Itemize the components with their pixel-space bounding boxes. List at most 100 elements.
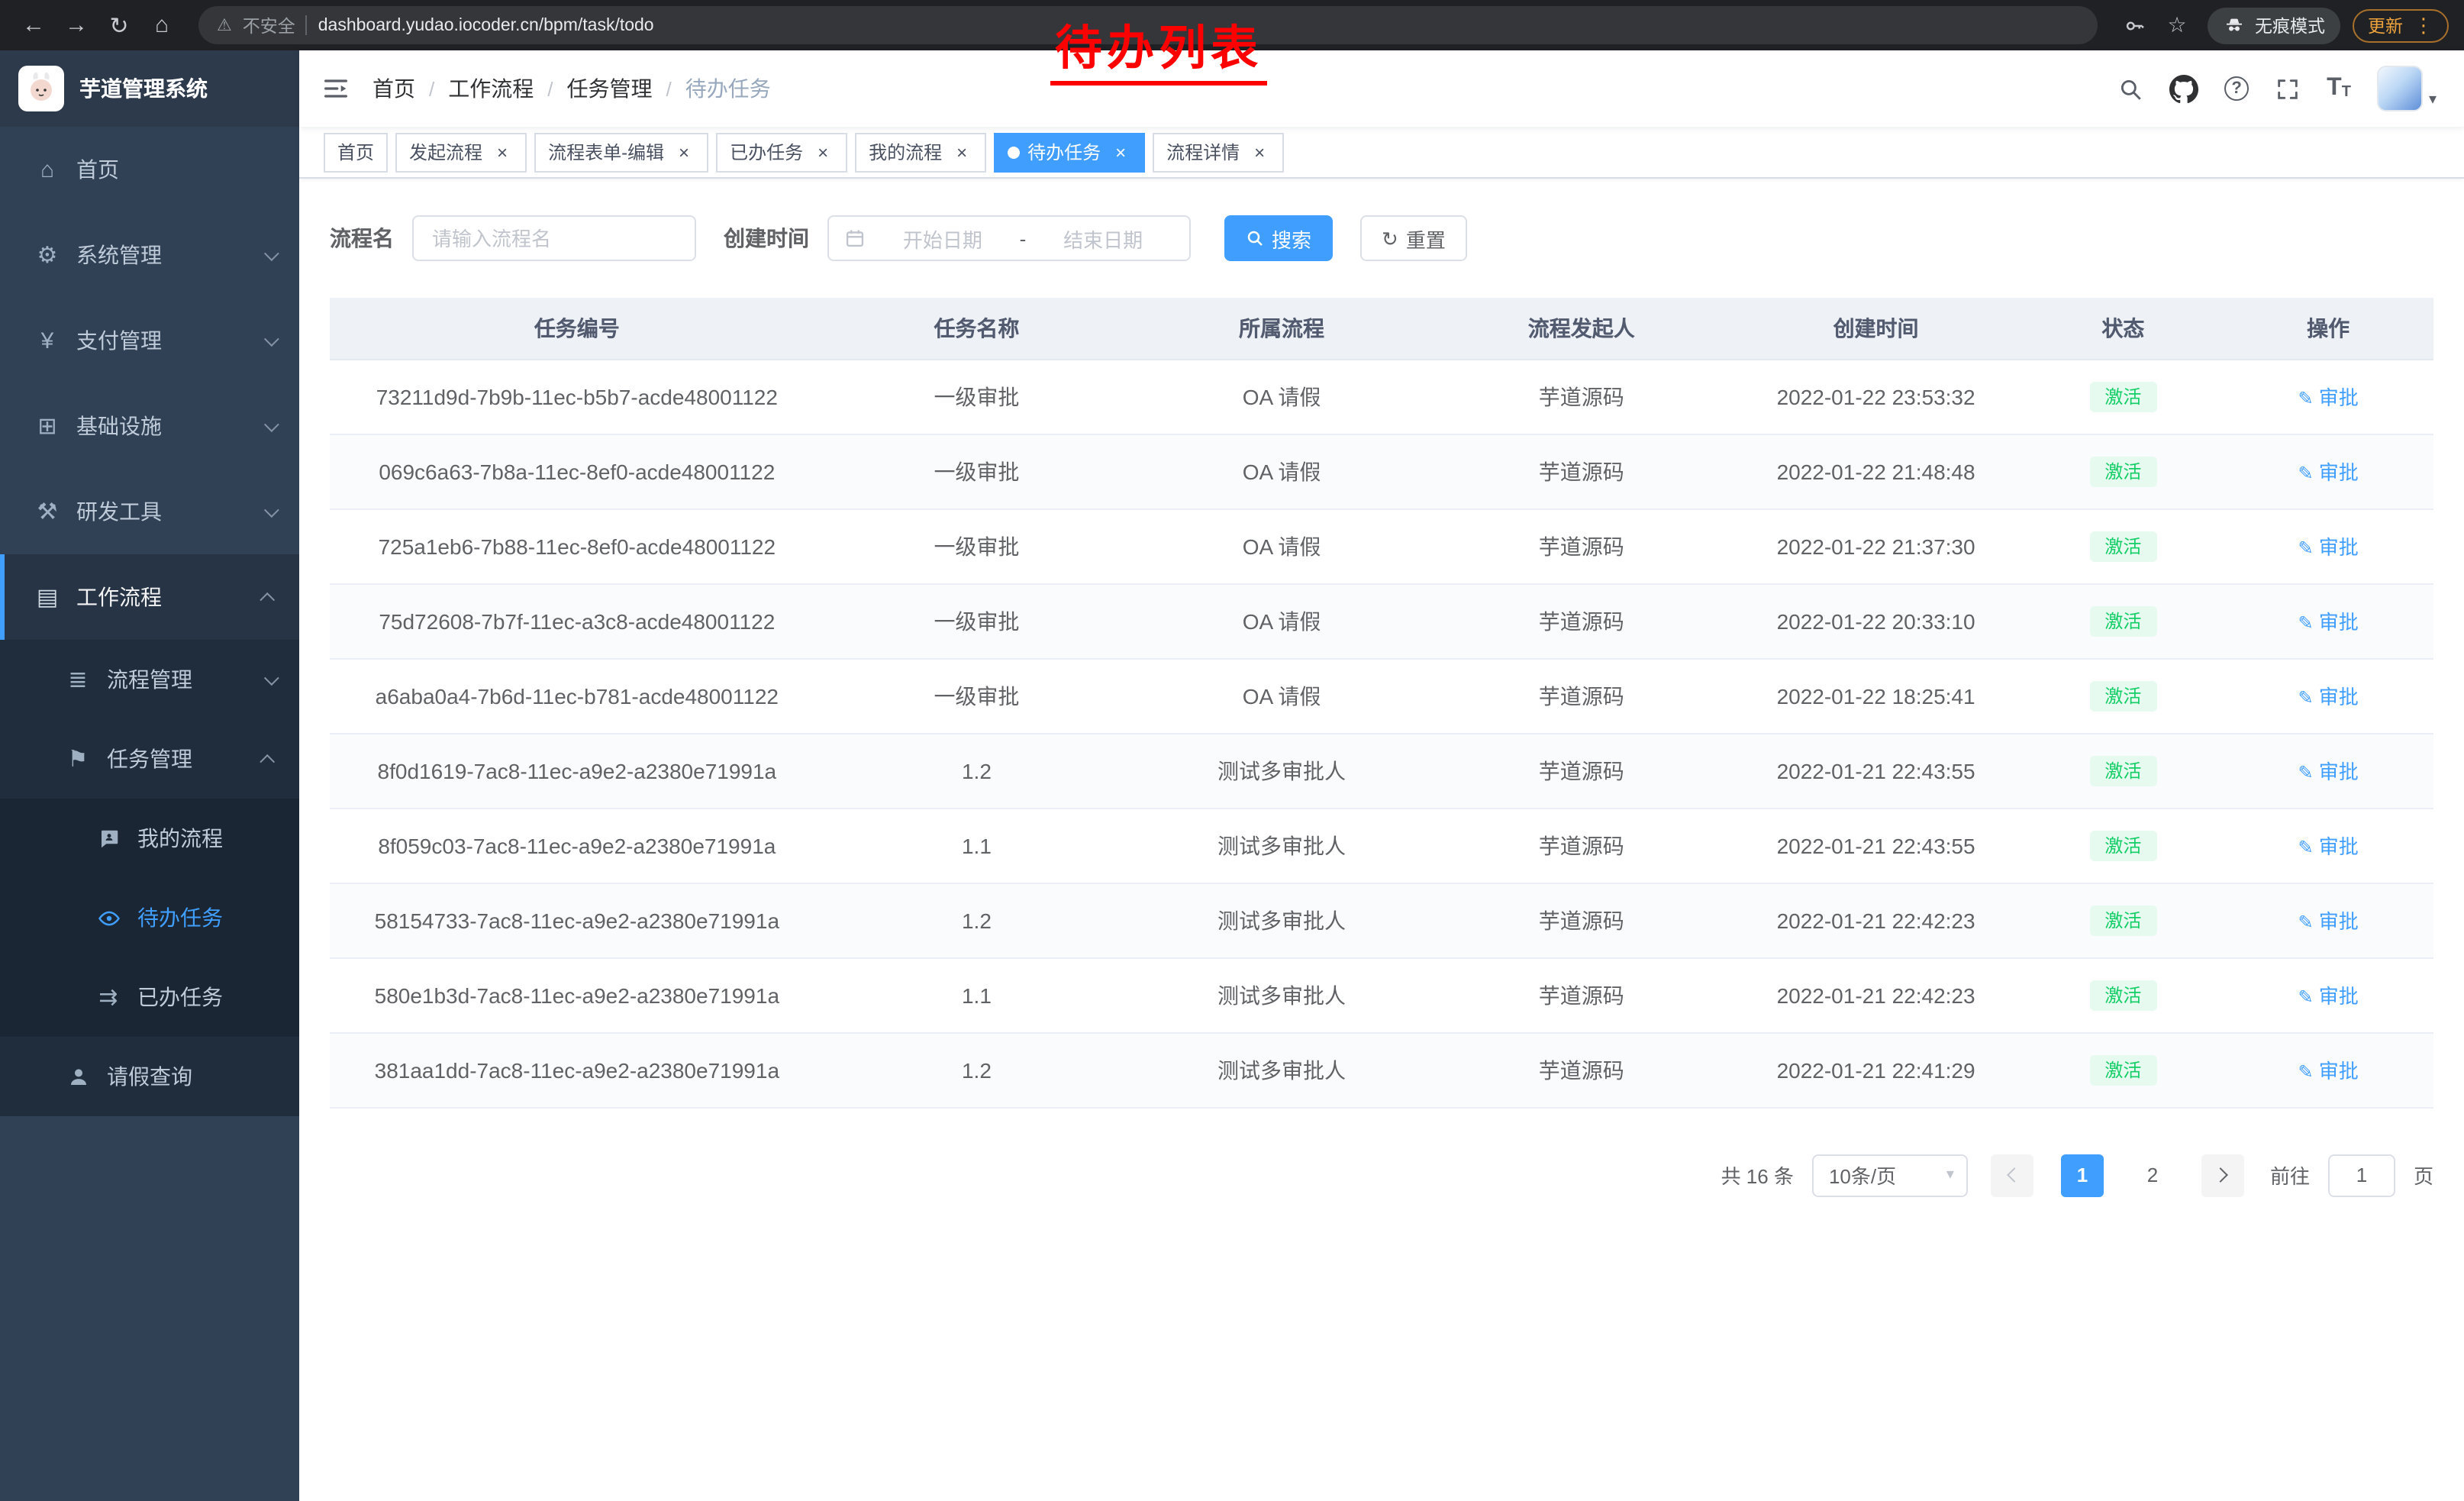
sidebar-item-infrastructure[interactable]: ⊞ 基础设施 (0, 383, 299, 469)
status-badge: 激活 (2089, 680, 2156, 711)
tools-icon: ⚒ (31, 498, 64, 525)
browser-menu-icon[interactable]: ⋮ (2414, 13, 2433, 37)
table-row: 8f059c03-7ac8-11ec-a9e2-a2380e71991a1.1测… (330, 808, 2433, 883)
goto-page-input[interactable] (2328, 1154, 2395, 1196)
sidebar-collapse-button[interactable] (321, 73, 351, 104)
logo[interactable]: 芋道管理系统 (0, 50, 299, 127)
approve-link[interactable]: ✎ 审批 (2298, 461, 2358, 484)
action-cell: ✎ 审批 (2223, 957, 2433, 1032)
total-count: 共 16 条 (1721, 1160, 1794, 1190)
task-name-cell: 1.2 (824, 733, 1130, 808)
approve-link[interactable]: ✎ 审批 (2298, 910, 2358, 933)
security-label[interactable]: 不安全 (243, 13, 295, 37)
sidebar-item-my-process[interactable]: 我的流程 (0, 799, 299, 878)
tab-done-tasks[interactable]: 已办任务× (716, 132, 847, 172)
browser-forward-button[interactable]: → (58, 7, 95, 44)
created-time-cell: 2022-01-21 22:42:23 (1729, 957, 2024, 1032)
approve-link[interactable]: ✎ 审批 (2298, 536, 2358, 559)
prev-page-button[interactable] (1991, 1154, 2033, 1196)
close-icon[interactable]: × (951, 141, 972, 163)
approve-link[interactable]: ✎ 审批 (2298, 835, 2358, 858)
close-icon[interactable]: × (673, 141, 695, 163)
approve-link[interactable]: ✎ 审批 (2298, 760, 2358, 783)
approve-link[interactable]: ✎ 审批 (2298, 686, 2358, 709)
col-created: 创建时间 (1729, 298, 2024, 359)
reset-button[interactable]: ↻ 重置 (1360, 215, 1467, 261)
close-icon[interactable]: × (812, 141, 834, 163)
approve-link[interactable]: ✎ 审批 (2298, 386, 2358, 409)
fullscreen-icon[interactable] (2275, 76, 2301, 102)
edit-icon: ✎ (2298, 612, 2313, 634)
approve-link[interactable]: ✎ 审批 (2298, 1060, 2358, 1083)
task-name-cell: 一级审批 (824, 508, 1130, 583)
close-icon[interactable]: × (1249, 141, 1270, 163)
created-time-cell: 2022-01-21 22:42:23 (1729, 883, 2024, 957)
edit-icon: ✎ (2298, 762, 2313, 783)
tab-todo-tasks[interactable]: 待办任务× (994, 132, 1145, 172)
edit-icon: ✎ (2298, 463, 2313, 484)
address-bar[interactable]: ⚠ 不安全 dashboard.yudao.iocoder.cn/bpm/tas… (198, 6, 2098, 44)
sidebar-item-done-tasks[interactable]: ⇉ 已办任务 (0, 957, 299, 1037)
browser-back-button[interactable]: ← (15, 7, 52, 44)
font-size-icon[interactable]: TT (2327, 76, 2351, 101)
sidebar-item-process-mgmt[interactable]: ≣ 流程管理 (0, 640, 299, 719)
sidebar-menu: ⌂ 首页 ⚙ 系统管理 ¥ 支付管理 ⊞ 基础设施 (0, 127, 299, 1116)
sidebar-item-label: 系统管理 (76, 240, 162, 270)
status-cell: 激活 (2023, 733, 2223, 808)
table-row: 381aa1dd-7ac8-11ec-a9e2-a2380e71991a1.2测… (330, 1032, 2433, 1107)
breadcrumb-separator: / (429, 77, 434, 100)
double-arrow-icon: ⇉ (92, 983, 125, 1011)
status-cell: 激活 (2023, 359, 2223, 434)
sidebar-item-home[interactable]: ⌂ 首页 (0, 127, 299, 212)
sidebar-item-task-mgmt[interactable]: ⚑ 任务管理 (0, 719, 299, 799)
incognito-label: 无痕模式 (2255, 13, 2325, 37)
search-icon[interactable] (2117, 76, 2143, 102)
table-row: 73211d9d-7b9b-11ec-b5b7-acde48001122一级审批… (330, 359, 2433, 434)
breadcrumb-item-task-mgmt[interactable]: 任务管理 (567, 73, 653, 104)
process-cell: OA 请假 (1129, 434, 1434, 508)
tab-label: 发起流程 (409, 139, 482, 165)
tab-process-form-edit[interactable]: 流程表单-编辑 × (534, 132, 708, 172)
process-cell: OA 请假 (1129, 359, 1434, 434)
eye-icon (92, 906, 125, 929)
github-icon[interactable] (2169, 74, 2198, 103)
task-name-cell: 一级审批 (824, 583, 1130, 658)
close-icon[interactable]: × (1110, 141, 1131, 163)
tab-label: 流程表单-编辑 (548, 139, 664, 165)
password-key-icon[interactable] (2116, 7, 2153, 44)
user-avatar-dropdown[interactable]: ▾ (2377, 66, 2437, 111)
tab-home[interactable]: 首页 (324, 132, 388, 172)
sidebar-item-payment-mgmt[interactable]: ¥ 支付管理 (0, 298, 299, 383)
tab-my-process[interactable]: 我的流程× (855, 132, 986, 172)
edit-icon: ✎ (2298, 1061, 2313, 1083)
search-button[interactable]: 搜索 (1224, 215, 1333, 261)
process-name-input[interactable] (412, 215, 696, 261)
next-page-button[interactable] (2201, 1154, 2244, 1196)
main-area: 首页 / 工作流程 / 任务管理 / 待办任务 ? (299, 50, 2464, 1501)
date-range-picker[interactable]: 开始日期 - 结束日期 (827, 215, 1191, 261)
page-1-button[interactable]: 1 (2061, 1154, 2104, 1196)
status-cell: 激活 (2023, 583, 2223, 658)
page-size-select[interactable]: 10条/页 ▾ (1812, 1154, 1968, 1196)
sidebar-item-system-mgmt[interactable]: ⚙ 系统管理 (0, 212, 299, 298)
page-2-button[interactable]: 2 (2131, 1154, 2174, 1196)
breadcrumb-item-home[interactable]: 首页 (373, 73, 415, 104)
browser-reload-button[interactable]: ↻ (101, 7, 137, 44)
browser-home-button[interactable]: ⌂ (144, 7, 180, 44)
sidebar-item-todo-tasks[interactable]: 待办任务 (0, 878, 299, 957)
approve-link[interactable]: ✎ 审批 (2298, 611, 2358, 634)
bookmark-star-icon[interactable]: ☆ (2159, 7, 2195, 44)
close-icon[interactable]: × (492, 141, 513, 163)
sidebar-item-label: 我的流程 (137, 823, 223, 854)
sidebar-item-dev-tools[interactable]: ⚒ 研发工具 (0, 469, 299, 554)
sidebar-item-workflow[interactable]: ▤ 工作流程 (0, 554, 299, 640)
breadcrumb-item-workflow[interactable]: 工作流程 (448, 73, 534, 104)
update-button[interactable]: 更新 ⋮ (2353, 8, 2449, 42)
incognito-badge: 无痕模式 (2208, 7, 2340, 44)
col-status: 状态 (2023, 298, 2223, 359)
sidebar-item-leave-query[interactable]: 请假查询 (0, 1037, 299, 1116)
tab-process-detail[interactable]: 流程详情× (1153, 132, 1284, 172)
tab-initiate-process[interactable]: 发起流程 × (395, 132, 527, 172)
approve-link[interactable]: ✎ 审批 (2298, 985, 2358, 1008)
help-icon[interactable]: ? (2224, 76, 2249, 101)
